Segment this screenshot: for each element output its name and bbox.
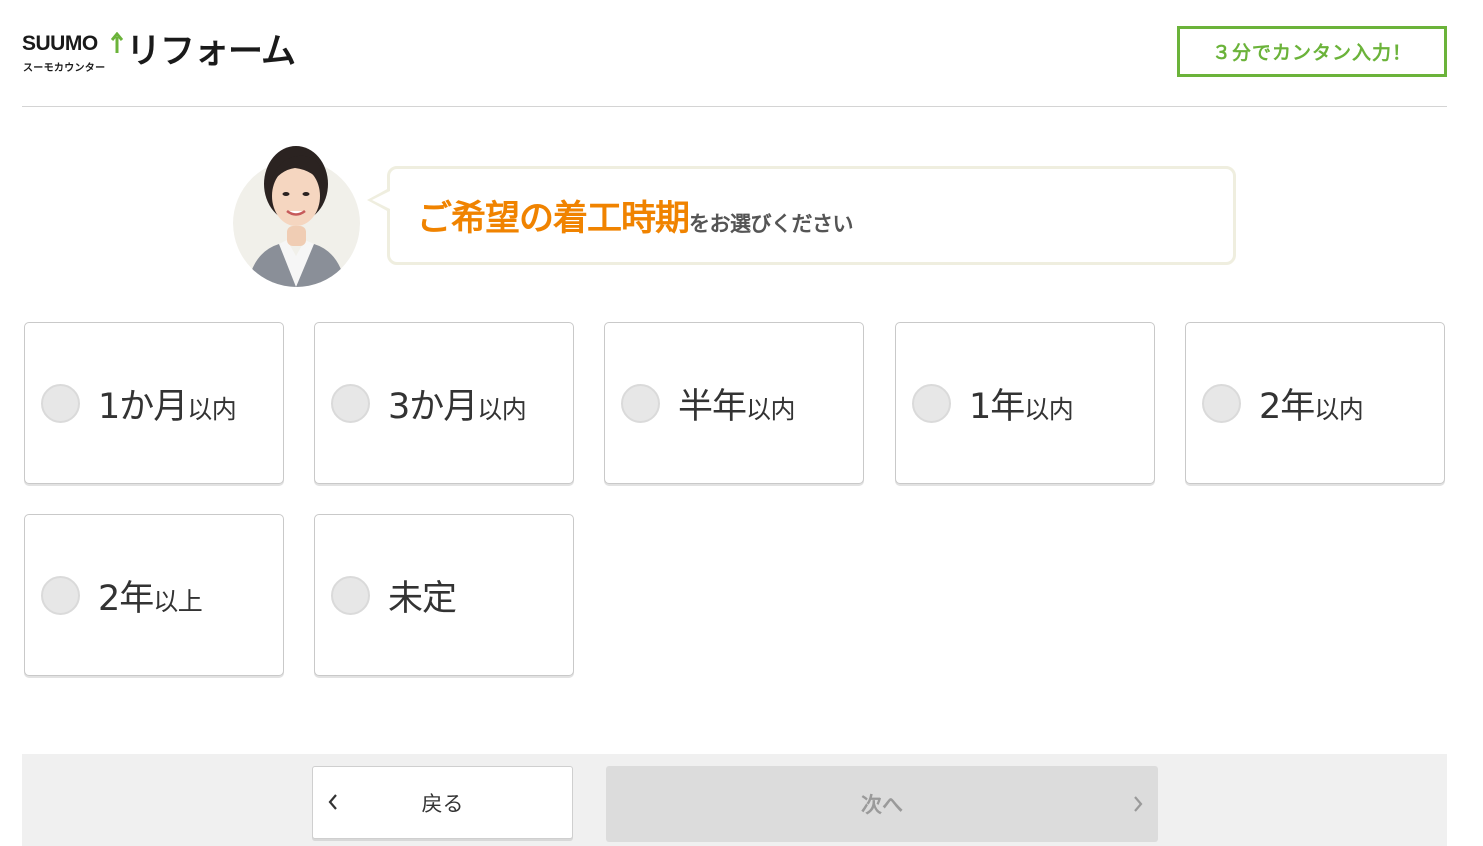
back-button-label: 戻る xyxy=(421,791,464,816)
option-sub-label: 以内 xyxy=(187,394,237,424)
option-sub-label: 以上 xyxy=(153,586,203,616)
advisor-avatar xyxy=(233,140,360,287)
chevron-right-icon xyxy=(1134,796,1143,812)
option-main-label: 1か月 xyxy=(98,386,188,427)
option-1-month[interactable]: 1か月以内 xyxy=(24,322,284,484)
option-2-years[interactable]: 2年以内 xyxy=(1185,322,1445,484)
radio-button[interactable] xyxy=(621,383,660,423)
option-half-year[interactable]: 半年以内 xyxy=(604,322,864,484)
option-main-label: 半年 xyxy=(678,386,747,427)
option-main-label: 3か月 xyxy=(388,386,478,427)
header-divider xyxy=(22,106,1447,107)
option-sub-label: 以内 xyxy=(1024,394,1074,424)
option-3-months[interactable]: 3か月以内 xyxy=(314,322,574,484)
radio-button[interactable] xyxy=(41,575,80,615)
option-sub-label: 以内 xyxy=(477,394,527,424)
option-over-2-years[interactable]: 2年以上 xyxy=(24,514,284,676)
option-main-label: 未定 xyxy=(388,578,457,619)
option-sub-label: 以内 xyxy=(1314,394,1364,424)
logo-suumo-text: SUUMO xyxy=(22,32,98,55)
option-main-label: 2年 xyxy=(98,578,154,619)
option-sub-label: 以内 xyxy=(746,394,796,424)
option-1-year[interactable]: 1年以内 xyxy=(895,322,1155,484)
next-button[interactable]: 次へ xyxy=(606,766,1158,842)
question-suffix: をお選びください xyxy=(689,211,854,236)
radio-button[interactable] xyxy=(331,575,370,615)
radio-button[interactable] xyxy=(41,383,80,423)
option-main-label: 2年 xyxy=(1259,386,1315,427)
next-button-label: 次へ xyxy=(861,793,903,817)
radio-button[interactable] xyxy=(1202,383,1241,423)
option-main-label: 1年 xyxy=(969,386,1025,427)
radio-button[interactable] xyxy=(331,383,370,423)
logo-reform-text: リフォーム xyxy=(126,32,296,72)
option-undecided[interactable]: 未定 xyxy=(314,514,574,676)
question-bubble: ご希望の着工時期 をお選びください xyxy=(387,166,1236,265)
radio-button[interactable] xyxy=(912,383,951,423)
question-title: ご希望の着工時期 xyxy=(417,199,690,239)
logo-arrow-icon xyxy=(111,32,123,53)
logo-subtitle: スーモカウンター xyxy=(23,63,106,74)
back-button[interactable]: 戻る xyxy=(312,766,573,839)
quick-input-badge: ３分でカンタン入力！ xyxy=(1177,26,1447,77)
